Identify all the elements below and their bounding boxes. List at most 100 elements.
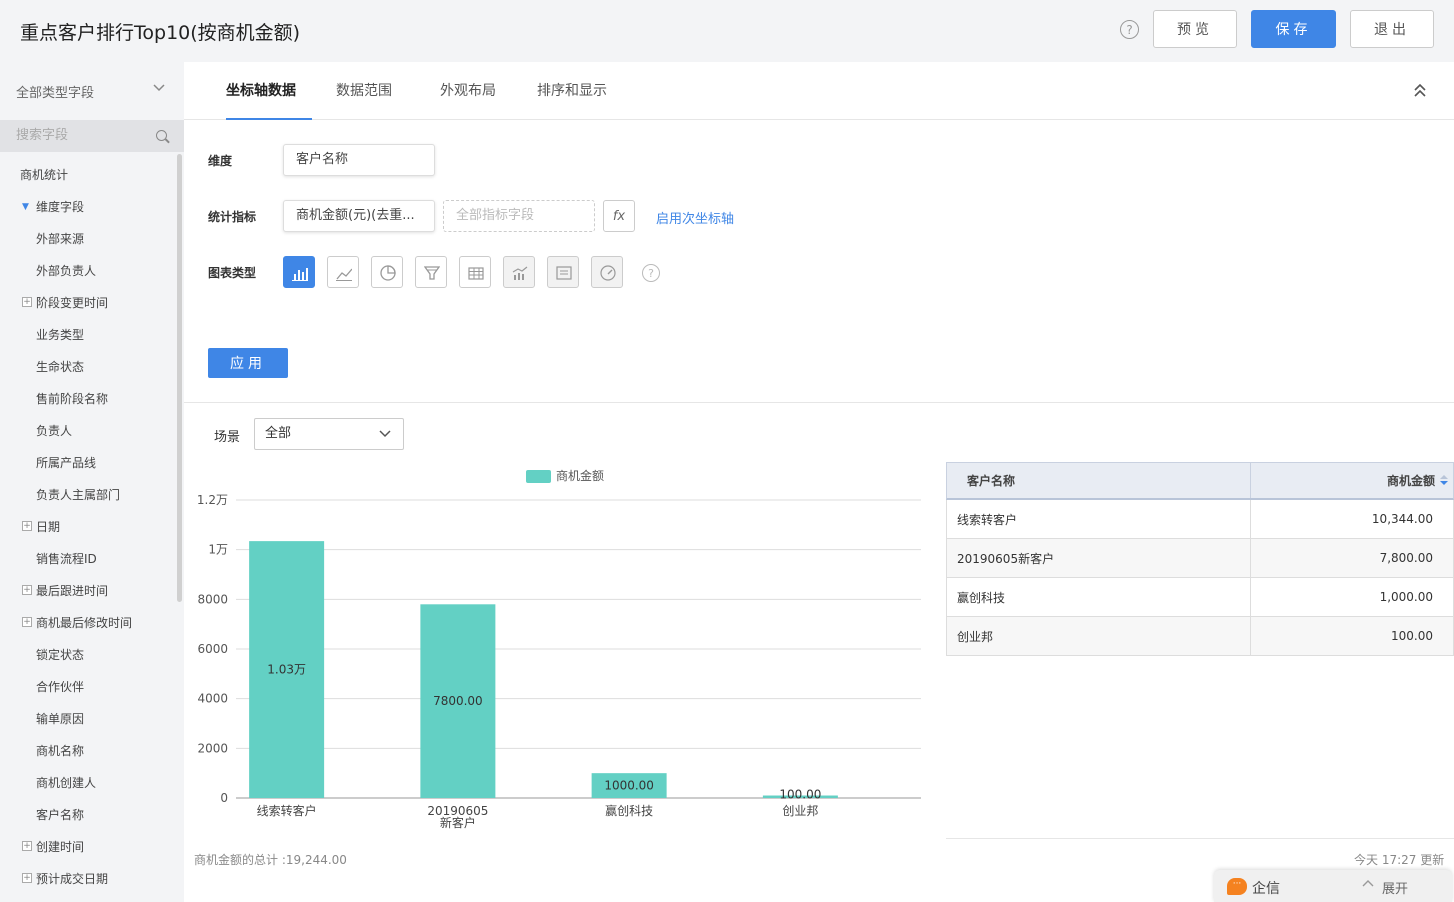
combo-chart-icon — [512, 266, 528, 280]
help-icon[interactable]: ? — [1120, 20, 1139, 39]
tab-axis-data[interactable]: 坐标轴数据 — [226, 80, 296, 120]
sidebar-field-item[interactable]: 外部负责人 — [0, 260, 176, 292]
sidebar-field-item[interactable]: ▼ 维度字段 — [0, 196, 176, 228]
tab-data-range[interactable]: 数据范围 — [336, 80, 392, 120]
chart-type-button[interactable] — [327, 256, 359, 288]
chart-type-button[interactable] — [503, 256, 535, 288]
sidebar-field-item[interactable]: + 预计成交日期 — [0, 868, 176, 900]
sidebar-field-item[interactable]: 商机统计 — [0, 164, 176, 196]
sidebar-field-item[interactable]: 售前阶段名称 — [0, 388, 176, 420]
chart-type-button[interactable] — [283, 256, 315, 288]
expand-plus-icon[interactable]: + — [22, 873, 32, 883]
field-type-select[interactable]: 全部类型字段 — [16, 82, 94, 101]
collapse-up-icon[interactable] — [1413, 82, 1427, 98]
cell-amount: 10,344.00 — [1371, 512, 1433, 526]
secondary-axis-link[interactable]: 启用次坐标轴 — [656, 208, 734, 227]
sidebar-field-item[interactable]: 商机创建人 — [0, 772, 176, 804]
sidebar-field-item[interactable]: + 日期 — [0, 516, 176, 548]
dimension-select[interactable]: 客户名称 — [283, 144, 435, 176]
data-label: 7800.00 — [433, 694, 483, 708]
chart-type-button[interactable] — [459, 256, 491, 288]
indicator-add-field[interactable]: 全部指标字段 — [443, 200, 595, 232]
active-tab-indicator — [226, 118, 312, 120]
main-panel: 坐标轴数据 数据范围 外观布局 排序和显示 维度 客户名称 统计指标 商机金额(… — [184, 62, 1454, 902]
indicator-select[interactable]: 商机金额(元)(去重... — [283, 200, 435, 232]
search-icon[interactable] — [156, 130, 167, 141]
sidebar-field-item[interactable]: 负责人 — [0, 420, 176, 452]
sidebar-field-item[interactable]: + 阶段变更时间 — [0, 292, 176, 324]
sidebar-field-item[interactable]: + 商机最后修改时间 — [0, 612, 176, 644]
chart-type-help-icon[interactable]: ? — [642, 264, 660, 282]
expand-plus-icon[interactable]: + — [22, 617, 32, 627]
scene-select[interactable]: 全部 — [254, 418, 404, 450]
chat-name: 企信 — [1252, 881, 1280, 897]
sidebar-scrollbar[interactable] — [177, 154, 182, 602]
table-row: 线索转客户 10,344.00 — [946, 500, 1454, 539]
sidebar-field-item[interactable]: 生命状态 — [0, 356, 176, 388]
preview-button[interactable]: 预览 — [1153, 10, 1237, 48]
sidebar-field-item[interactable]: + 最后跟进时间 — [0, 580, 176, 612]
sidebar-field-item[interactable]: 负责人主属部门 — [0, 484, 176, 516]
expand-plus-icon[interactable]: + — [22, 521, 32, 531]
sidebar-field-label: 商机名称 — [36, 744, 85, 758]
chat-icon: ··· — [1227, 878, 1247, 895]
expand-plus-icon[interactable]: + — [22, 585, 32, 595]
tab-sort-display[interactable]: 排序和显示 — [537, 80, 607, 120]
sidebar-field-label: 商机创建人 — [36, 776, 97, 790]
sidebar-field-item[interactable]: 销售流程ID — [0, 548, 176, 580]
data-label: 100.00 — [779, 788, 821, 802]
sidebar-field-item[interactable]: + 创建时间 — [0, 836, 176, 868]
sidebar-field-label: 输单原因 — [36, 712, 85, 726]
tab-appearance[interactable]: 外观布局 — [440, 80, 496, 120]
y-tick-label: 1万 — [208, 543, 228, 557]
chevron-down-icon — [379, 419, 391, 461]
sidebar-field-item[interactable]: 所属产品线 — [0, 452, 176, 484]
x-tick-label: 创业邦 — [782, 804, 818, 818]
table-header-customer[interactable]: 客户名称 — [947, 463, 1251, 498]
table-body: 线索转客户 10,344.00 20190605新客户 7,800.00 赢创科技 1,0… — [946, 500, 1454, 656]
sort-icon[interactable] — [1439, 474, 1449, 487]
chevron-up-icon[interactable] — [1362, 878, 1374, 891]
y-tick-label: 6000 — [197, 642, 228, 656]
table-header-amount-label: 商机金额 — [1386, 474, 1435, 488]
sidebar-field-item[interactable]: 外部来源 — [0, 228, 176, 260]
sidebar-field-label: 生命状态 — [36, 360, 85, 374]
save-button[interactable]: 保存 — [1251, 10, 1336, 48]
chart-type-button[interactable] — [371, 256, 403, 288]
exit-button[interactable]: 退出 — [1350, 10, 1434, 48]
sidebar-field-item[interactable]: 商机名称 — [0, 740, 176, 772]
sidebar-field-label: 合作伙伴 — [36, 680, 85, 694]
caret-down-icon[interactable]: ▼ — [22, 196, 29, 218]
sidebar-field-item[interactable]: 客户名称 — [0, 804, 176, 836]
data-label: 1.03万 — [267, 663, 306, 677]
sidebar-field-item[interactable]: 锁定状态 — [0, 644, 176, 676]
cell-customer: 创业邦 — [947, 617, 1251, 655]
apply-button[interactable]: 应用 — [208, 348, 288, 378]
config-tabs: 坐标轴数据 数据范围 外观布局 排序和显示 — [184, 62, 1454, 120]
x-tick-label: 线索转客户 — [257, 803, 317, 818]
chevron-down-icon[interactable] — [152, 82, 166, 96]
expand-plus-icon[interactable]: + — [22, 841, 32, 851]
expand-plus-icon[interactable]: + — [22, 297, 32, 307]
chart-type-button[interactable] — [415, 256, 447, 288]
sidebar-field-item[interactable]: 业务类型 — [0, 324, 176, 356]
chart-type-button[interactable] — [591, 256, 623, 288]
chat-expand-button[interactable]: 展开 — [1382, 878, 1408, 897]
sidebar-field-label: 客户名称 — [36, 808, 85, 822]
sidebar-field-label: 所属产品线 — [36, 456, 97, 470]
chat-widget[interactable]: ··· 企信 展开 — [1214, 870, 1452, 902]
chart-type-button[interactable] — [547, 256, 579, 288]
sidebar-field-label: 外部负责人 — [36, 264, 97, 278]
cell-amount: 7,800.00 — [1379, 551, 1433, 565]
cell-amount: 100.00 — [1391, 629, 1433, 643]
line-chart-icon — [336, 268, 352, 281]
sidebar-field-item[interactable]: 合作伙伴 — [0, 676, 176, 708]
bar-chart-icon — [292, 268, 308, 281]
sidebar-field-label: 创建时间 — [36, 840, 85, 854]
formula-fx-button[interactable]: fx — [603, 200, 635, 232]
sidebar-field-label: 业务类型 — [36, 328, 85, 342]
table-header-amount[interactable]: 商机金额 — [1251, 463, 1453, 498]
cell-amount: 1,000.00 — [1379, 590, 1433, 604]
sidebar-field-item[interactable]: 输单原因 — [0, 708, 176, 740]
x-tick-label: 新客户 — [440, 815, 476, 830]
